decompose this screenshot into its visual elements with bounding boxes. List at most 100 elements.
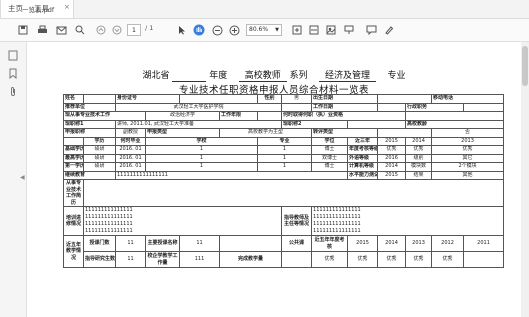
page-down-icon[interactable]	[110, 23, 124, 37]
table-cell	[219, 235, 283, 252]
table-cell	[281, 102, 313, 112]
table-cell: 2个模块	[431, 162, 505, 172]
table-cell: 否	[431, 128, 505, 138]
table-row: 最高学历 硕研 2016. 01 1 1 双博士 外语等级 2016 级别 其它	[63, 153, 505, 163]
scrollbar-thumb[interactable]	[522, 46, 528, 86]
table-cell	[405, 111, 505, 121]
table-cell: 学历	[83, 136, 116, 146]
table-cell: 培训进修情况	[63, 206, 84, 236]
table-cell: 高校教学为主型	[219, 128, 313, 138]
table-cell	[377, 102, 407, 112]
table-cell: 2012	[431, 235, 465, 252]
table-cell: 近五年年度考核	[311, 235, 349, 252]
table-cell	[463, 251, 505, 268]
zoom-select[interactable]: 80.6% ▼	[246, 24, 282, 36]
table-cell: 现职称2	[281, 119, 349, 129]
table-cell: 学校	[144, 136, 259, 146]
table-cell: 优秀	[311, 251, 349, 268]
comment-icon[interactable]	[364, 23, 378, 37]
table-cell	[347, 119, 407, 129]
table-cell: 2014	[405, 136, 433, 146]
bookmark-icon[interactable]	[7, 68, 19, 80]
table-row: 第一学历 硕研 2016. 01 1 1 博士 计算机等级 2014 模块数 2…	[63, 162, 505, 172]
table-cell: 年度考核等级	[347, 145, 379, 155]
page-number-input[interactable]: 1	[127, 24, 141, 36]
page-up-icon[interactable]	[94, 23, 108, 37]
tab-home[interactable]: 主页	[8, 3, 23, 14]
table-row: 指导研究生数 11 校企学教学工作量 111 完成教学量 优秀 优秀 优秀 优秀…	[64, 251, 505, 268]
table-cell: 优秀	[431, 251, 465, 268]
table-cell: 专业	[257, 136, 313, 146]
table-row: 从事专业技术工作简历	[63, 179, 505, 207]
table-cell	[179, 94, 259, 104]
table-cell: 2015	[377, 170, 407, 180]
table-cell: 11	[179, 235, 221, 252]
table-cell	[63, 136, 84, 146]
table-cell: 2016	[377, 153, 407, 163]
fit-width-icon[interactable]	[307, 23, 321, 37]
table-row: 申报职称 副教授 申报类型 高校教学为主型 转评类型 否	[63, 128, 505, 138]
table-cell: 授课门数	[83, 235, 116, 252]
table-row: 姓名 身份证号 性别 男 出生日期 移动电话	[63, 94, 505, 104]
mail-icon[interactable]	[54, 23, 68, 37]
select-cursor-icon[interactable]	[175, 23, 189, 37]
table-row: 学历 何时毕业 学校 专业 学位 近三年 2015 2014 2013	[63, 136, 505, 146]
attachment-icon[interactable]	[7, 86, 19, 98]
table-cell: 转评类型	[311, 128, 379, 138]
table-cell: 2015	[377, 136, 407, 146]
table-cell: 何时取得何职（执）业资格	[281, 111, 407, 121]
table-cell: 水平能力测试	[347, 170, 379, 180]
table-cell: 行政职务	[405, 102, 465, 112]
zoom-value: 80.6%	[249, 26, 269, 33]
table-row: 培训进修情况 111111111111111 111111111111111 1…	[63, 206, 505, 236]
table-cell: 级别	[405, 153, 433, 163]
table-cell	[82, 179, 505, 207]
pen-icon[interactable]	[382, 23, 396, 37]
table-cell: 硕研	[83, 145, 116, 155]
table-cell: 1	[257, 145, 313, 155]
table-cell: 副教授	[115, 128, 146, 138]
table-row: 推荐单位 武汉轻工大学医护学院 工作日期 行政职务	[63, 102, 505, 112]
table-cell: 优秀	[405, 145, 433, 155]
table-cell: 校企学教学工作量	[144, 251, 181, 268]
pages-icon[interactable]	[7, 50, 19, 62]
table-cell: 1	[257, 162, 313, 172]
table-cell: 2016. 01	[115, 153, 146, 163]
screenshot-icon[interactable]	[324, 23, 338, 37]
table-cell: 公共课	[281, 235, 313, 252]
table-row: 基础学历 硕研 2016. 01 1 1 博士 年度考核等级 优秀 优秀 优秀	[63, 145, 505, 155]
table-cell: 学位	[311, 136, 349, 146]
table-cell: 姓名	[63, 94, 84, 104]
annotate-icon[interactable]	[342, 23, 356, 37]
table-cell: 2015	[347, 235, 379, 252]
table-cell: 2014	[377, 162, 407, 172]
fit-page-icon[interactable]	[290, 23, 304, 37]
print-icon[interactable]	[35, 23, 49, 37]
expand-panel-icon[interactable]: ◀	[20, 174, 25, 181]
table-cell: 111111111111111 111111111111111 11111111…	[82, 206, 283, 236]
table-cell: 11	[115, 251, 146, 268]
toolbar: 1 / 1 80.6% ▼	[0, 19, 529, 42]
hand-icon[interactable]	[192, 23, 206, 37]
table-cell: 硕研	[83, 153, 116, 163]
table-cell: 111	[179, 251, 221, 268]
table-cell: 工作年限	[219, 111, 259, 121]
table-cell: 近五年教学情况	[63, 235, 84, 268]
zoom-out-icon[interactable]	[210, 23, 224, 37]
table-cell	[257, 111, 283, 121]
table-cell: 结果	[405, 170, 433, 180]
table-cell: 现职称1	[63, 119, 116, 129]
table-cell: 移动电话	[431, 94, 505, 104]
table-cell: 其他	[431, 170, 505, 180]
close-tab-icon[interactable]: ×	[64, 3, 70, 11]
table-cell: 指导教师及主任等情况	[281, 206, 313, 236]
search-icon[interactable]	[73, 23, 87, 37]
page-total: / 1	[145, 24, 154, 32]
table-cell: 武汉轻工大学医护学院	[114, 102, 283, 112]
zoom-in-icon[interactable]	[227, 23, 241, 37]
vertical-scrollbar[interactable]	[521, 42, 529, 317]
table-cell: 讲师, 2011.01, 武汉轻工大学准备	[114, 119, 283, 129]
save-icon[interactable]	[16, 23, 30, 37]
table-cell: 优秀	[405, 251, 433, 268]
table-cell: 工作日期	[311, 102, 379, 112]
